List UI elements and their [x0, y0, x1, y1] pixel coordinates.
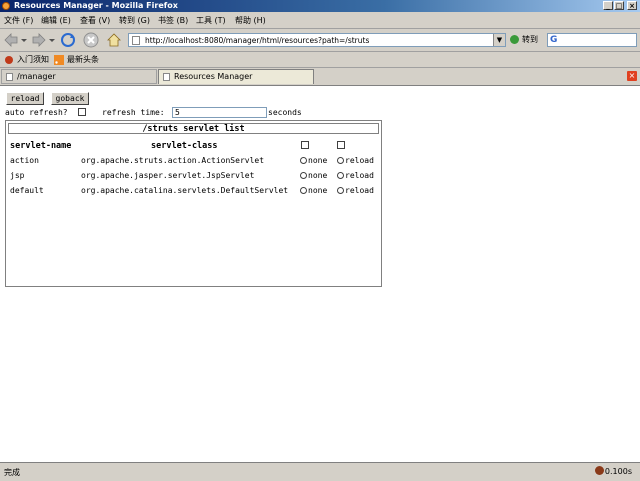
none-radio[interactable]	[300, 172, 307, 179]
window-title: Resources Manager - Mozilla Firefox	[14, 1, 178, 10]
google-search-icon: G	[550, 35, 558, 45]
refresh-icon[interactable]	[60, 32, 76, 48]
page-icon	[163, 73, 170, 81]
reload-radio[interactable]	[337, 187, 344, 194]
reload-option[interactable]: reload	[337, 171, 374, 180]
search-input[interactable]: G	[547, 33, 637, 47]
minimize-button[interactable]: _	[603, 1, 613, 10]
window-close-button[interactable]: ×	[627, 1, 637, 10]
reload-label: reload	[345, 186, 374, 195]
menu-bar: 文件 (F) 编辑 (E) 查看 (V) 转到 (G) 书签 (B) 工具 (T…	[0, 12, 640, 29]
servlet-name-cell: default	[10, 186, 44, 195]
select-all-reload-checkbox[interactable]	[337, 141, 345, 149]
reload-option[interactable]: reload	[337, 156, 374, 165]
reload-radio[interactable]	[337, 172, 344, 179]
servlet-table: /struts servlet list servlet-name servle…	[5, 120, 382, 287]
bookmarks-toolbar: 入门须知 最新头条	[0, 52, 640, 68]
tab-bar: /manager Resources Manager	[0, 68, 640, 86]
none-label: none	[308, 156, 328, 165]
none-radio[interactable]	[300, 187, 307, 194]
home-icon[interactable]	[106, 32, 122, 48]
menu-help[interactable]: 帮助 (H)	[235, 15, 266, 26]
column-header-servlet-name: servlet-name	[10, 141, 72, 151]
status-bar: 完成 0.100s	[0, 462, 640, 481]
firefox-icon	[2, 2, 10, 10]
reload-label: reload	[345, 156, 374, 165]
bookmark-latest-headlines[interactable]: 最新头条	[67, 54, 99, 65]
none-option[interactable]: none	[300, 171, 327, 180]
tab-label: /manager	[17, 72, 56, 81]
auto-refresh-checkbox[interactable]	[78, 108, 86, 116]
page-content: reload goback auto refresh? refresh time…	[0, 86, 640, 462]
refresh-time-input[interactable]: 5	[172, 107, 267, 118]
menu-tools[interactable]: 工具 (T)	[196, 15, 226, 26]
none-option[interactable]: none	[300, 156, 327, 165]
back-arrow-icon[interactable]	[3, 32, 19, 48]
none-label: none	[308, 186, 328, 195]
bookmark-getting-started[interactable]: 入门须知	[17, 54, 49, 65]
url-text[interactable]: http://localhost:8080/manager/html/resou…	[145, 36, 369, 45]
url-bar[interactable]: http://localhost:8080/manager/html/resou…	[128, 33, 506, 47]
stop-icon[interactable]	[83, 32, 99, 48]
tab-resources-manager[interactable]: Resources Manager	[158, 69, 314, 84]
servlet-name-cell: jsp	[10, 171, 25, 180]
servlet-class-cell: org.apache.jasper.servlet.JspServlet	[81, 171, 255, 180]
reload-label: reload	[345, 171, 374, 180]
reload-radio[interactable]	[337, 157, 344, 164]
go-button[interactable]: 转到	[510, 34, 538, 45]
servlet-name-cell: action	[10, 156, 39, 165]
url-dropdown-icon[interactable]: ▼	[493, 34, 505, 46]
page-icon	[6, 73, 13, 81]
none-option[interactable]: none	[300, 186, 327, 195]
back-dropdown-icon[interactable]	[20, 32, 28, 48]
rss-icon	[54, 55, 64, 65]
load-time: 0.100s	[604, 467, 632, 476]
select-all-none-checkbox[interactable]	[301, 141, 309, 149]
goback-button[interactable]: goback	[51, 92, 89, 105]
servlet-class-cell: org.apache.struts.action.ActionServlet	[81, 156, 265, 165]
menu-bookmarks[interactable]: 书签 (B)	[158, 15, 188, 26]
column-header-servlet-class: servlet-class	[151, 141, 218, 151]
none-label: none	[308, 171, 328, 180]
maximize-button[interactable]: □	[614, 1, 624, 10]
seconds-label: seconds	[268, 108, 302, 117]
none-radio[interactable]	[300, 157, 307, 164]
status-text: 完成	[4, 468, 20, 477]
timer-icon	[595, 466, 604, 475]
tab-label: Resources Manager	[174, 72, 253, 81]
page-icon	[132, 36, 140, 45]
forward-dropdown-icon[interactable]	[48, 32, 56, 48]
menu-edit[interactable]: 编辑 (E)	[41, 15, 71, 26]
bookmark-firefox-icon	[5, 56, 13, 64]
tab-manager[interactable]: /manager	[1, 69, 157, 84]
forward-arrow-icon[interactable]	[31, 32, 47, 48]
table-title: /struts servlet list	[8, 123, 379, 134]
servlet-class-cell: org.apache.catalina.servlets.DefaultServ…	[81, 186, 289, 195]
reload-option[interactable]: reload	[337, 186, 374, 195]
reload-button[interactable]: reload	[6, 92, 44, 105]
menu-file[interactable]: 文件 (F)	[4, 15, 33, 26]
auto-refresh-label: auto refresh?	[5, 108, 68, 117]
refresh-time-label: refresh time:	[102, 108, 165, 117]
go-label: 转到	[522, 35, 538, 44]
close-tab-icon[interactable]: ×	[627, 71, 637, 81]
menu-go[interactable]: 转到 (G)	[119, 15, 150, 26]
go-icon	[510, 35, 519, 44]
window-titlebar: Resources Manager - Mozilla Firefox _ □ …	[0, 0, 640, 12]
menu-view[interactable]: 查看 (V)	[80, 15, 110, 26]
